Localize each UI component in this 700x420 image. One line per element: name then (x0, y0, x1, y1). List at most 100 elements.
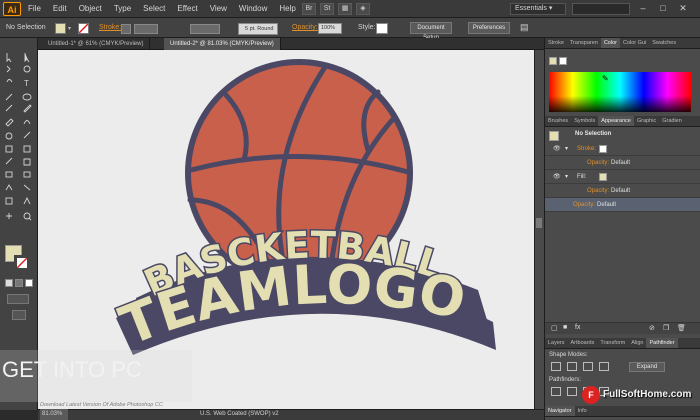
color-stroke-chip[interactable] (559, 57, 567, 65)
disclosure-triangle-icon[interactable]: ▾ (565, 170, 568, 184)
stock-icon[interactable]: St (320, 3, 334, 15)
tab-layers[interactable]: Layers (545, 338, 568, 348)
tab-symbols[interactable]: Symbols (571, 116, 598, 126)
menu-window[interactable]: Window (233, 0, 273, 18)
drawing-modes-icon[interactable] (7, 294, 29, 304)
stroke-weight-input[interactable] (134, 24, 158, 34)
opacity-label-1[interactable]: Opacity: (587, 156, 609, 170)
appearance-stroke-row[interactable]: 👁 ▾ Stroke: (545, 142, 700, 156)
clear-appearance-icon[interactable]: ⊘ (649, 324, 655, 332)
tab-untitled-1[interactable]: Untitled-1* @ 61% (CMYK/Preview) (42, 38, 151, 50)
duplicate-item-icon[interactable]: ❐ (663, 324, 669, 332)
document-tabs: Untitled-1* @ 61% (CMYK/Preview) Untitle… (38, 38, 544, 50)
disclosure-triangle-icon[interactable]: ▾ (565, 142, 568, 156)
fullsofthome-logo-icon: F (582, 386, 600, 404)
tab-navigator[interactable]: Navigator (545, 406, 575, 416)
zoom-level[interactable]: 81.03% (40, 409, 68, 420)
screen-mode-icon[interactable] (12, 310, 26, 320)
menu-file[interactable]: File (28, 0, 47, 18)
tab-artboards[interactable]: Artboards (568, 338, 598, 348)
appearance-stroke-opacity-row[interactable]: Opacity: Default (545, 156, 700, 170)
menu-edit[interactable]: Edit (47, 0, 73, 18)
appearance-object-opacity-row[interactable]: Opacity: Default (545, 198, 700, 212)
tab-transparency[interactable]: Transparen (567, 38, 601, 48)
watermark-right-text: FullSoftHome.com (603, 389, 692, 400)
stroke-row-swatch[interactable] (599, 145, 607, 153)
divide-icon[interactable] (551, 387, 561, 396)
fill-swatch[interactable] (55, 23, 66, 34)
brush-dropdown[interactable]: 5 pt. Round (238, 23, 278, 35)
opacity-input[interactable]: 100% (318, 23, 342, 34)
graphic-style-swatch[interactable] (376, 23, 388, 34)
tab-stroke[interactable]: Stroke (545, 38, 567, 48)
preferences-button[interactable]: Preferences (468, 22, 510, 34)
tab-align[interactable]: Align (628, 338, 646, 348)
menu-object[interactable]: Object (73, 0, 108, 18)
eye-icon[interactable]: 👁 (553, 142, 561, 156)
tab-pathfinder[interactable]: Pathfinder (646, 338, 678, 348)
eye-icon[interactable]: 👁 (553, 170, 561, 184)
document-setup-button[interactable]: Document Setup (410, 22, 452, 41)
expand-button[interactable]: Expand (629, 362, 665, 372)
opacity-value-2: Default (611, 188, 631, 194)
variable-width-dropdown[interactable] (190, 24, 220, 34)
trim-icon[interactable] (567, 387, 577, 396)
menu-view[interactable]: View (204, 0, 233, 18)
tab-info[interactable]: Info (575, 406, 590, 416)
minimize-icon[interactable]: – (636, 2, 650, 14)
tab-color[interactable]: Color (600, 38, 620, 48)
arrange-icon[interactable]: ▤ (520, 22, 534, 34)
gpu-icon[interactable]: ◈ (356, 3, 370, 15)
delete-item-icon[interactable]: 🗑 (677, 324, 686, 332)
new-fill-icon[interactable]: ■ (563, 324, 567, 331)
tab-color-guide[interactable]: Color Gui (620, 38, 649, 48)
tab-untitled-2[interactable]: Untitled-2* @ 81.03% (CMYK/Preview) (164, 38, 281, 50)
tab-graphic-styles[interactable]: Graphic (634, 116, 659, 126)
fill-row-swatch[interactable] (599, 173, 607, 181)
appearance-fill-opacity-row[interactable]: Opacity: Default (545, 184, 700, 198)
search-help-input[interactable] (572, 3, 630, 15)
color-spectrum[interactable] (549, 72, 691, 112)
opacity-label[interactable]: Opacity: (292, 18, 318, 38)
close-icon[interactable]: ✕ (676, 2, 690, 14)
none-slash-icon (78, 23, 89, 34)
minus-front-icon[interactable] (567, 362, 577, 371)
menu-type[interactable]: Type (108, 0, 137, 18)
tab-gradient[interactable]: Gradien (659, 116, 685, 126)
stroke-color-box[interactable] (14, 255, 30, 271)
stroke-swatch[interactable] (78, 23, 89, 34)
svg-text:T: T (24, 79, 29, 88)
stroke-row-label[interactable]: Stroke: (577, 142, 596, 156)
tab-appearance[interactable]: Appearance (598, 116, 634, 126)
exclude-icon[interactable] (599, 362, 609, 371)
tab-swatches[interactable]: Swatches (649, 38, 679, 48)
workspace-switcher[interactable]: Essentials ▾ (510, 3, 566, 15)
fill-dropdown-icon[interactable]: ▾ (68, 25, 74, 32)
color-fill-chip[interactable] (549, 57, 557, 65)
menu-help[interactable]: Help (273, 0, 301, 18)
opacity-label-2[interactable]: Opacity: (587, 184, 609, 198)
add-effect-icon[interactable]: fx (575, 324, 580, 331)
stroke-weight-stepper[interactable] (121, 24, 131, 34)
menu-effect[interactable]: Effect (171, 0, 203, 18)
vertical-scrollbar[interactable] (534, 50, 544, 409)
maximize-icon[interactable]: □ (656, 2, 670, 14)
bridge-icon[interactable]: Br (302, 3, 316, 15)
none-mode-icon[interactable] (25, 279, 33, 287)
appearance-fill-row[interactable]: 👁 ▾ Fill: (545, 170, 700, 184)
fill-row-label[interactable]: Fill: (577, 170, 586, 184)
new-stroke-icon[interactable]: ▢ (551, 324, 558, 332)
menu: File Edit Object Type Select Effect View… (28, 0, 302, 18)
arrange-documents-icon[interactable]: ▦ (338, 3, 352, 15)
gradient-mode-icon[interactable] (15, 279, 23, 287)
opacity-label-3[interactable]: Opacity: (573, 198, 595, 212)
stroke-label[interactable]: Stroke: (99, 18, 121, 38)
tab-transform[interactable]: Transform (597, 338, 628, 348)
menu-select[interactable]: Select (137, 0, 171, 18)
tab-brushes[interactable]: Brushes (545, 116, 571, 126)
unite-icon[interactable] (551, 362, 561, 371)
window-controls: – □ ✕ (636, 2, 690, 14)
color-mode-icon[interactable] (5, 279, 13, 287)
intersect-icon[interactable] (583, 362, 593, 371)
scrollbar-thumb[interactable] (536, 218, 542, 228)
